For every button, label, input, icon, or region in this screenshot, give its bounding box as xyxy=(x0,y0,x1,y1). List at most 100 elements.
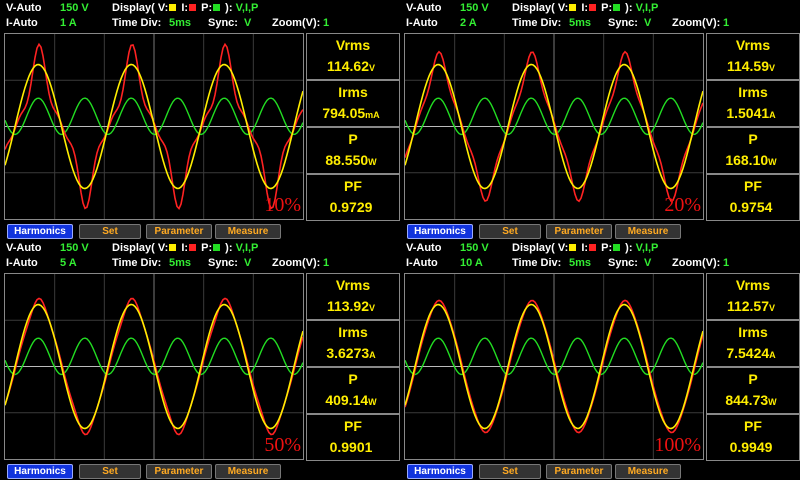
measure-label: PF xyxy=(744,418,762,434)
measure-box-pf: PF 0.9754 xyxy=(706,174,800,221)
voltage-mode[interactable]: V-Auto xyxy=(6,241,41,255)
voltage-range[interactable]: 150 V xyxy=(60,241,89,255)
measure-unit: A xyxy=(769,110,776,120)
panel-header: V-Auto 150 V Display( V: I: P: ): V,I,P … xyxy=(400,240,800,272)
sync-value[interactable]: V xyxy=(644,16,651,30)
set-button[interactable]: Set xyxy=(79,224,141,239)
sync-value[interactable]: V xyxy=(244,256,251,270)
measure-label: P xyxy=(348,131,358,147)
softkey-bar: Harmonics Set Parameter Measure xyxy=(0,464,400,479)
parameter-button[interactable]: Parameter xyxy=(546,224,612,239)
time-div-value[interactable]: 5ms xyxy=(569,16,591,30)
waveform-display: 100% xyxy=(404,273,704,460)
measure-button[interactable]: Measure xyxy=(615,464,681,479)
measure-value: 7.5424A xyxy=(707,345,795,361)
display-setting[interactable]: Display( V: I: P: ): V,I,P xyxy=(512,1,658,15)
harmonics-button[interactable]: Harmonics xyxy=(407,464,473,479)
measurement-column: Vrms 114.62V Irms 794.05mA P 88.550W PF 0.9729 xyxy=(306,33,400,221)
measure-number: 794.05 xyxy=(322,105,366,121)
measurement-panel-2: V-Auto 150 V Display( V: I: P: ): V,I,P … xyxy=(400,0,800,240)
measure-label: Irms xyxy=(338,84,368,100)
time-div-label: Time Div: xyxy=(112,257,162,269)
set-button[interactable]: Set xyxy=(479,224,541,239)
voltage-color-swatch xyxy=(569,244,577,251)
zoom-value[interactable]: 1 xyxy=(323,16,329,30)
display-setting[interactable]: Display( V: I: P: ): V,I,P xyxy=(512,241,658,255)
current-range[interactable]: 1 A xyxy=(60,16,77,30)
sync-value[interactable]: V xyxy=(644,256,651,270)
power-label: P: xyxy=(201,242,213,254)
display-setting[interactable]: Display( V: I: P: ): V,I,P xyxy=(112,241,258,255)
parameter-button[interactable]: Parameter xyxy=(546,464,612,479)
time-div-value[interactable]: 5ms xyxy=(569,256,591,270)
voltage-range[interactable]: 150 V xyxy=(460,241,489,255)
measure-label: P xyxy=(348,371,358,387)
voltage-mode[interactable]: V-Auto xyxy=(406,1,441,15)
measure-value: 0.9729 xyxy=(307,199,395,215)
current-mode[interactable]: I-Auto xyxy=(6,16,38,30)
current-mode[interactable]: I-Auto xyxy=(406,16,438,30)
display-value: V,I,P xyxy=(235,2,259,14)
current-range[interactable]: 2 A xyxy=(460,16,477,30)
measure-unit: W xyxy=(368,157,377,167)
time-div-value[interactable]: 5ms xyxy=(169,16,191,30)
waveform-display: 50% xyxy=(4,273,304,460)
harmonics-button[interactable]: Harmonics xyxy=(7,464,73,479)
measure-number: 3.6273 xyxy=(326,345,370,361)
measure-label: PF xyxy=(344,418,362,434)
display-setting[interactable]: Display( V: I: P: ): V,I,P xyxy=(112,1,258,15)
set-button[interactable]: Set xyxy=(479,464,541,479)
parameter-button[interactable]: Parameter xyxy=(146,224,212,239)
measure-number: 113.92 xyxy=(326,298,370,314)
current-range[interactable]: 5 A xyxy=(60,256,77,270)
measure-unit: W xyxy=(768,397,777,407)
voltage-range[interactable]: 150 V xyxy=(60,1,89,15)
current-label: I: xyxy=(181,242,189,254)
zoom-value[interactable]: 1 xyxy=(723,256,729,270)
panel-header: V-Auto 150 V Display( V: I: P: ): V,I,P … xyxy=(0,240,400,272)
measure-box-p: P 88.550W xyxy=(306,127,400,174)
sync-label: Sync: xyxy=(208,257,238,269)
power-color-swatch xyxy=(213,4,221,11)
time-div-value[interactable]: 5ms xyxy=(169,256,191,270)
measure-value: 0.9901 xyxy=(307,439,395,455)
softkey-bar: Harmonics Set Parameter Measure xyxy=(400,224,800,239)
parameter-button[interactable]: Parameter xyxy=(146,464,212,479)
harmonics-button[interactable]: Harmonics xyxy=(407,224,473,239)
current-mode[interactable]: I-Auto xyxy=(6,256,38,270)
current-range[interactable]: 10 A xyxy=(460,256,483,270)
sync-label: Sync: xyxy=(608,257,638,269)
measurement-column: Vrms 114.59V Irms 1.5041A P 168.10W PF 0.9754 xyxy=(706,33,800,221)
sync-value[interactable]: V xyxy=(244,16,251,30)
zoom-label: Zoom(V): xyxy=(272,17,321,29)
measure-unit: A xyxy=(369,350,376,360)
measure-value: 409.14W xyxy=(307,392,395,408)
measure-value: 794.05mA xyxy=(307,105,395,121)
zoom-value[interactable]: 1 xyxy=(323,256,329,270)
panel-header: V-Auto 150 V Display( V: I: P: ): V,I,P … xyxy=(0,0,400,32)
measure-unit: mA xyxy=(365,110,380,120)
voltage-mode[interactable]: V-Auto xyxy=(6,1,41,15)
measure-label: PF xyxy=(744,178,762,194)
power-label: P: xyxy=(201,2,213,14)
harmonics-button[interactable]: Harmonics xyxy=(7,224,73,239)
voltage-range[interactable]: 150 V xyxy=(460,1,489,15)
measure-button[interactable]: Measure xyxy=(615,224,681,239)
display-value: V,I,P xyxy=(235,242,259,254)
current-color-swatch xyxy=(589,4,597,11)
voltage-mode[interactable]: V-Auto xyxy=(406,241,441,255)
measure-box-irms: Irms 1.5041A xyxy=(706,80,800,127)
zoom-value[interactable]: 1 xyxy=(723,16,729,30)
measure-number: 0.9901 xyxy=(329,439,373,455)
waveform-svg xyxy=(5,34,303,219)
measure-label: PF xyxy=(344,178,362,194)
zoom-label: Zoom(V): xyxy=(672,257,721,269)
measure-box-p: P 168.10W xyxy=(706,127,800,174)
current-mode[interactable]: I-Auto xyxy=(406,256,438,270)
set-button[interactable]: Set xyxy=(79,464,141,479)
measure-box-vrms: Vrms 114.62V xyxy=(306,33,400,80)
measure-button[interactable]: Measure xyxy=(215,464,281,479)
measure-button[interactable]: Measure xyxy=(215,224,281,239)
sync-label: Sync: xyxy=(608,17,638,29)
measure-box-pf: PF 0.9949 xyxy=(706,414,800,461)
